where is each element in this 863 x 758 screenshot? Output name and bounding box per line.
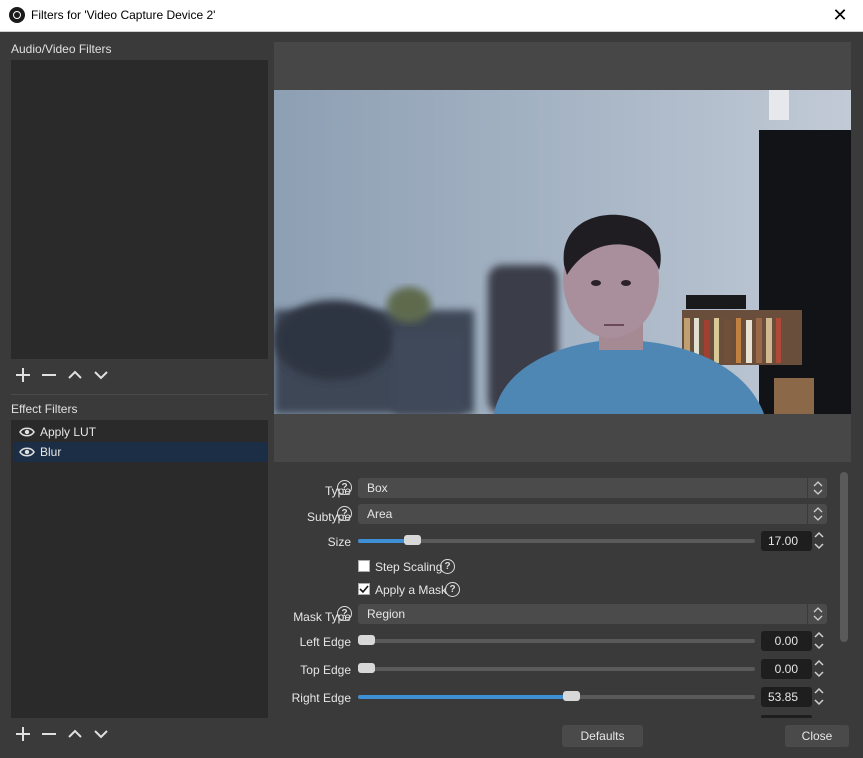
- effect-filters-list: [11, 420, 268, 718]
- filter-item-apply-lut[interactable]: Apply LUT: [13, 422, 267, 442]
- filter-item-label: Blur: [40, 445, 62, 459]
- apply-mask-checkbox[interactable]: [358, 583, 370, 595]
- mask-type-value: Region: [367, 607, 406, 621]
- move-up-button[interactable]: [64, 724, 86, 744]
- help-icon[interactable]: ?: [445, 582, 460, 597]
- next-spinbox-partial: [761, 715, 812, 718]
- type-dropdown[interactable]: Box: [358, 478, 827, 498]
- size-label: Size: [327, 535, 351, 549]
- size-spin-buttons[interactable]: [812, 530, 827, 550]
- slider-handle[interactable]: [403, 535, 421, 545]
- chevron-up-icon: [68, 370, 82, 379]
- close-button[interactable]: Close: [785, 725, 849, 747]
- chevron-down-icon: [94, 371, 108, 380]
- properties-scrollbar[interactable]: [839, 470, 849, 718]
- right-edge-label: Right Edge: [291, 691, 351, 705]
- top-edge-slider[interactable]: [358, 663, 755, 673]
- obs-logo-icon: [9, 7, 25, 23]
- updown-arrows-icon: [807, 478, 827, 498]
- filter-item-blur[interactable]: Blur: [13, 442, 267, 462]
- left-edge-spin-buttons[interactable]: [812, 630, 827, 650]
- updown-arrows-icon: [807, 504, 827, 524]
- help-icon[interactable]: ?: [440, 559, 455, 574]
- help-icon[interactable]: ?: [337, 606, 352, 621]
- window-close-button[interactable]: ✕: [817, 0, 863, 31]
- section-divider: [11, 394, 268, 395]
- left-edge-spinbox[interactable]: 0.00: [761, 631, 812, 651]
- slider-handle[interactable]: [562, 691, 580, 701]
- subtype-value: Area: [367, 507, 393, 521]
- audio-video-filters-toolbar: [11, 365, 268, 387]
- size-slider[interactable]: [358, 535, 755, 545]
- slider-handle[interactable]: [358, 635, 375, 645]
- help-icon[interactable]: ?: [337, 506, 352, 521]
- right-edge-spinbox[interactable]: 53.85: [761, 687, 812, 707]
- left-edge-label: Left Edge: [299, 635, 351, 649]
- left-edge-slider[interactable]: [358, 635, 755, 645]
- filter-item-label: Apply LUT: [40, 425, 97, 439]
- help-icon[interactable]: ?: [337, 480, 352, 495]
- window-title: Filters for 'Video Capture Device 2': [31, 8, 216, 22]
- camera-preview-image: [274, 90, 851, 414]
- slider-handle[interactable]: [358, 663, 375, 673]
- title-bar: Filters for 'Video Capture Device 2' ✕: [0, 0, 863, 32]
- top-edge-spin-buttons[interactable]: [812, 658, 827, 678]
- slider-fill: [358, 695, 572, 699]
- checkmark-icon: [359, 585, 369, 594]
- audio-video-filters-label: Audio/Video Filters: [11, 42, 112, 56]
- chevron-up-icon: [68, 729, 82, 738]
- move-up-button[interactable]: [64, 365, 86, 385]
- right-edge-value: 53.85: [767, 690, 798, 704]
- top-edge-value: 0.00: [774, 662, 798, 676]
- remove-filter-button[interactable]: [38, 365, 60, 385]
- minus-icon: [42, 374, 56, 376]
- apply-mask-label: Apply a Mask: [375, 583, 448, 597]
- effect-filters-label: Effect Filters: [11, 402, 78, 416]
- updown-arrows-icon: [807, 604, 827, 624]
- effect-filters-toolbar: [11, 724, 268, 746]
- eye-icon[interactable]: [19, 426, 35, 438]
- audio-video-filters-list[interactable]: [11, 60, 268, 359]
- defaults-button[interactable]: Defaults: [562, 725, 643, 747]
- add-filter-button[interactable]: [12, 365, 34, 385]
- chevron-down-icon: [94, 730, 108, 739]
- type-value: Box: [367, 481, 388, 495]
- size-value: 17.00: [767, 534, 798, 548]
- minus-icon: [42, 733, 56, 735]
- subtype-dropdown[interactable]: Area: [358, 504, 827, 524]
- right-edge-slider[interactable]: [358, 691, 755, 701]
- plus-icon: [16, 368, 30, 382]
- top-edge-label: Top Edge: [300, 663, 351, 677]
- remove-filter-button[interactable]: [38, 724, 60, 744]
- mask-type-dropdown[interactable]: Region: [358, 604, 827, 624]
- scrollbar-thumb[interactable]: [840, 472, 848, 642]
- move-down-button[interactable]: [90, 724, 112, 744]
- top-edge-spinbox[interactable]: 0.00: [761, 659, 812, 679]
- plus-icon: [16, 727, 30, 741]
- size-spinbox[interactable]: 17.00: [761, 531, 812, 551]
- step-scaling-checkbox[interactable]: [358, 560, 370, 572]
- left-edge-value: 0.00: [774, 634, 798, 648]
- step-scaling-label: Step Scaling: [375, 560, 443, 574]
- eye-icon[interactable]: [19, 446, 35, 458]
- right-edge-spin-buttons[interactable]: [812, 686, 827, 706]
- add-filter-button[interactable]: [12, 724, 34, 744]
- move-down-button[interactable]: [90, 365, 112, 385]
